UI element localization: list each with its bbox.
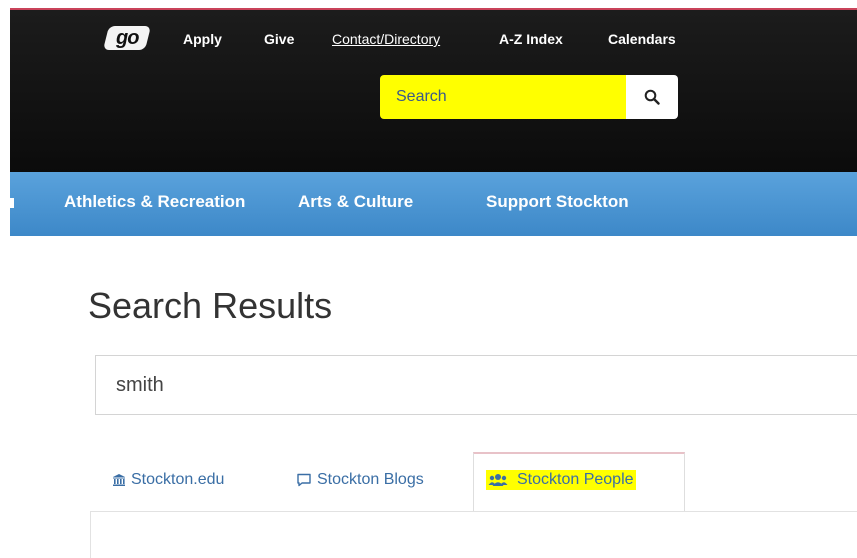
- top-header: go Apply Give Contact/Directory A-Z Inde…: [10, 8, 857, 174]
- header-search-button[interactable]: [626, 75, 678, 119]
- main-nav-support[interactable]: Support Stockton: [486, 192, 629, 212]
- tab-stockton-blogs[interactable]: Stockton Blogs: [296, 460, 424, 500]
- nav-link-apply[interactable]: Apply: [183, 31, 222, 47]
- main-nav: Athletics & Recreation Arts & Culture Su…: [10, 172, 857, 236]
- header-search-input[interactable]: [380, 75, 626, 119]
- main-nav-arts[interactable]: Arts & Culture: [298, 192, 413, 212]
- institution-icon: [113, 474, 125, 486]
- nav-link-contact-directory[interactable]: Contact/Directory: [332, 31, 440, 47]
- tab-label: Stockton.edu: [131, 471, 225, 488]
- tab-label: Stockton People: [517, 471, 634, 488]
- tab-label: Stockton Blogs: [317, 471, 424, 488]
- search-icon: [644, 89, 660, 105]
- tab-stockton-edu[interactable]: Stockton.edu: [112, 460, 224, 500]
- nav-link-calendars[interactable]: Calendars: [608, 31, 676, 47]
- users-icon: [488, 474, 508, 486]
- page-title: Search Results: [88, 285, 333, 326]
- tab-stockton-people[interactable]: Stockton People: [486, 460, 636, 500]
- tab-highlight: Stockton People: [486, 470, 636, 490]
- tab-content-panel: [90, 511, 857, 558]
- header-search: [380, 75, 678, 119]
- nav-link-az-index[interactable]: A-Z Index: [499, 31, 563, 47]
- main-nav-athletics[interactable]: Athletics & Recreation: [64, 192, 245, 212]
- go-logo[interactable]: go: [103, 26, 151, 50]
- comment-icon: [297, 473, 311, 487]
- nav-link-give[interactable]: Give: [264, 31, 294, 47]
- search-query-input[interactable]: [95, 355, 857, 415]
- nav-divider: [10, 198, 14, 208]
